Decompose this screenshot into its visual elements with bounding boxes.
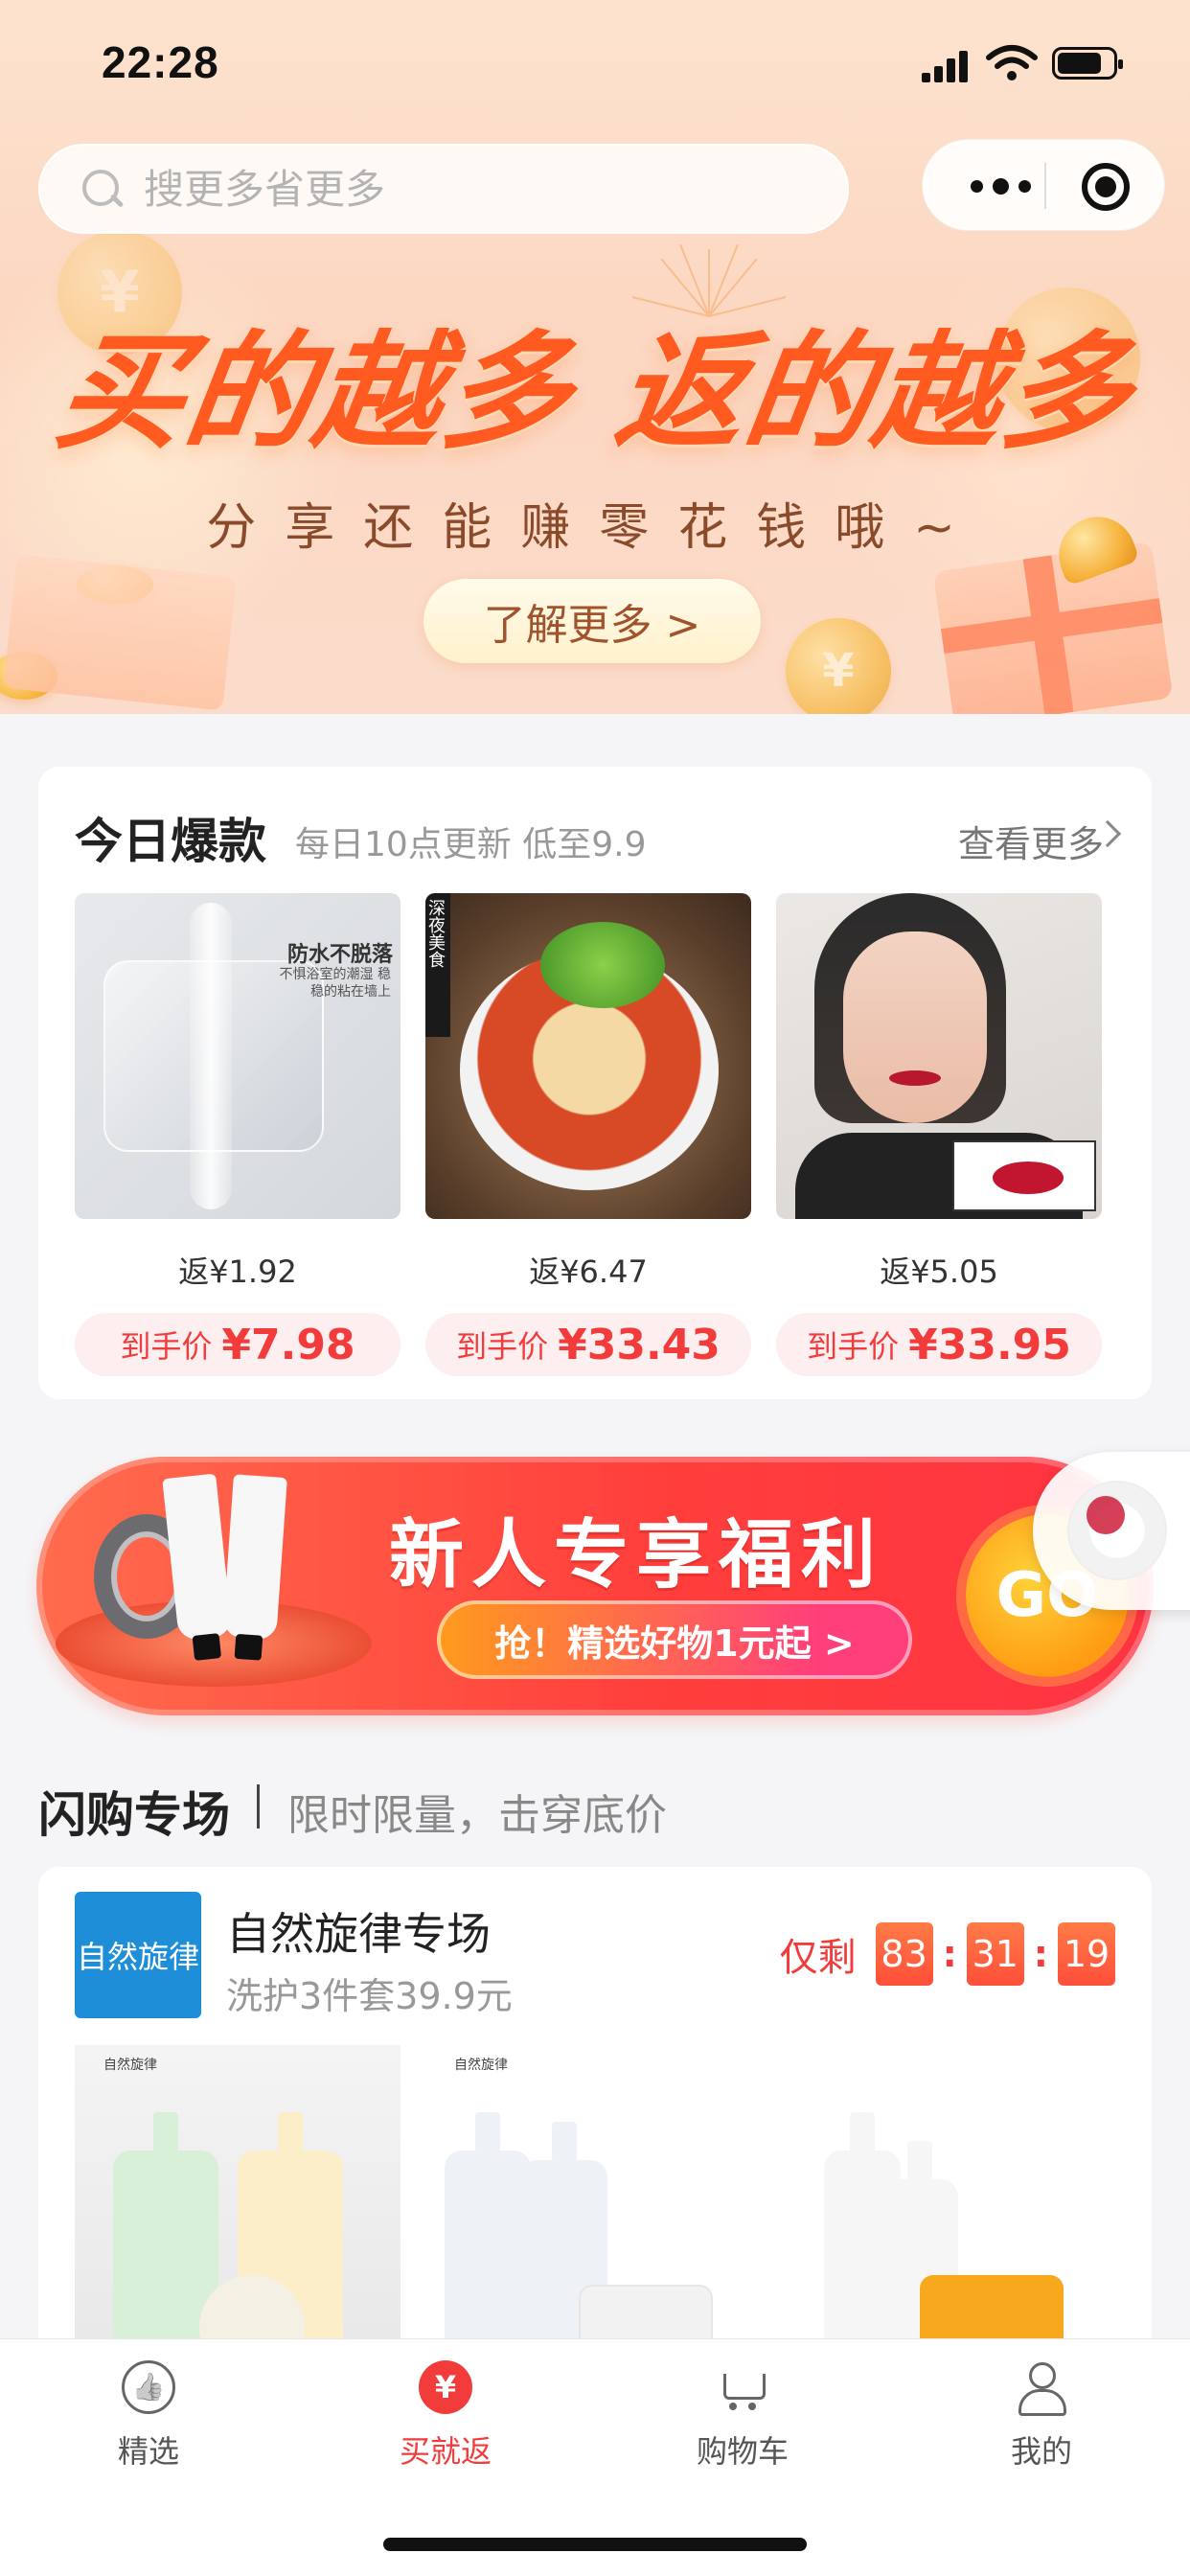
tab-label: 购物车 xyxy=(696,2433,789,2470)
product-card[interactable]: 深夜美食 返¥6.47 到手价 ¥33.43 xyxy=(425,893,751,1376)
countdown-separator: : xyxy=(942,1933,957,1975)
product-card[interactable]: 返¥5.05 到手价 ¥33.95 xyxy=(776,893,1102,1376)
brand-logo: 自然旋律 xyxy=(75,1892,201,2018)
signal-icon xyxy=(922,73,930,82)
battery-icon xyxy=(1052,47,1123,80)
section-subtitle: 每日10点更新 低至9.9 xyxy=(295,825,647,864)
price-value: ¥33.95 xyxy=(908,1320,1071,1369)
user-icon xyxy=(1015,2360,1068,2416)
section-title: 今日爆款 xyxy=(75,814,266,869)
tab-buy-rebate[interactable]: ¥ 买就返 xyxy=(350,2360,541,2485)
hero-title: 买的越多 返的越多 xyxy=(48,319,1142,467)
learn-more-button[interactable]: 了解更多 > xyxy=(423,579,761,663)
floating-share-widget[interactable] xyxy=(1033,1452,1190,1610)
status-icons xyxy=(918,44,1129,82)
countdown-seconds: 19 xyxy=(1058,1922,1115,1986)
banner-title: 新人专享福利 xyxy=(389,1512,884,1598)
search-bar[interactable] xyxy=(38,144,849,234)
tab-profile[interactable]: 我的 xyxy=(946,2360,1137,2485)
product-image[interactable]: 深夜美食 xyxy=(425,893,751,1219)
hero-banner: ¥ ¥ 22:28 买的越多 返的越多 分享还能赚零花 xyxy=(0,0,1190,714)
close-miniprogram-icon[interactable] xyxy=(1082,163,1130,211)
brand-name: 自然旋律专场 xyxy=(226,1908,491,1960)
hero-subtitle: 分享还能赚零花钱哦~ xyxy=(206,499,984,557)
product-image-caption: 防水不脱落 xyxy=(286,943,393,967)
search-input[interactable] xyxy=(144,165,757,213)
cart-icon xyxy=(716,2360,769,2414)
signal-icon xyxy=(947,58,955,82)
brand-description: 洗护3件套39.9元 xyxy=(226,1975,513,2017)
gift-box-decoration xyxy=(932,540,1174,714)
tab-featured[interactable]: 精选 xyxy=(53,2360,244,2485)
hot-picks-card: 今日爆款 每日10点更新 低至9.9 查看更多 防水不脱落 不惧浴室的潮湿 稳稳… xyxy=(38,767,1152,1399)
tube-product-image xyxy=(222,1474,287,1641)
flash-sale-subtitle: 限时限量，击穿底价 xyxy=(287,1791,667,1840)
product-image-caption: 自然旋律 xyxy=(103,2058,157,2073)
home-indicator[interactable] xyxy=(383,2538,807,2551)
tab-label: 精选 xyxy=(117,2433,179,2470)
final-price-badge: 到手价 ¥7.98 xyxy=(75,1313,400,1376)
price-value: ¥33.43 xyxy=(558,1320,721,1369)
flash-sale-title: 闪购专场 xyxy=(38,1787,230,1843)
title-divider xyxy=(257,1784,260,1828)
product-image-caption: 不惧浴室的潮湿 稳稳的粘在墙上 xyxy=(279,967,391,1000)
final-price-badge: 到手价 ¥33.95 xyxy=(776,1313,1102,1376)
countdown-timer: 仅剩 83 : 31 : 19 xyxy=(780,1922,1115,1986)
mini-program-capsule xyxy=(922,139,1165,231)
grab-deal-button[interactable]: 抢！精选好物1元起 > xyxy=(437,1600,912,1679)
product-image-caption: 深夜美食 xyxy=(425,893,450,1037)
capsule-divider xyxy=(1044,163,1046,209)
tab-cart[interactable]: 购物车 xyxy=(647,2360,838,2485)
final-price-badge: 到手价 ¥33.43 xyxy=(425,1313,751,1376)
product-card[interactable]: 防水不脱落 不惧浴室的潮湿 稳稳的粘在墙上 返¥1.92 到手价 ¥7.98 xyxy=(75,893,400,1376)
new-user-banner[interactable]: 新人专享福利 抢！精选好物1元起 > GO xyxy=(36,1457,1154,1715)
rebate-amount: 返¥1.92 xyxy=(178,1254,297,1290)
countdown-hours: 83 xyxy=(875,1922,933,1986)
price-label: 到手价 xyxy=(120,1328,213,1365)
coin-decoration: ¥ xyxy=(786,618,891,714)
price-label: 到手价 xyxy=(807,1328,900,1365)
status-time: 22:28 xyxy=(102,37,219,87)
thumbs-up-icon xyxy=(122,2360,175,2414)
price-label: 到手价 xyxy=(456,1328,549,1365)
price-value: ¥7.98 xyxy=(221,1320,355,1369)
more-options-icon[interactable] xyxy=(957,140,1043,232)
tab-label: 我的 xyxy=(1010,2433,1072,2470)
countdown-minutes: 31 xyxy=(966,1922,1024,1986)
countdown-separator: : xyxy=(1033,1933,1048,1975)
countdown-label: 仅剩 xyxy=(779,1936,857,1980)
yen-icon: ¥ xyxy=(419,2360,472,2414)
product-image[interactable] xyxy=(776,893,1102,1219)
product-image-caption: 自然旋律 xyxy=(454,2058,508,2073)
brand-avatar-icon xyxy=(1067,1481,1167,1580)
rebate-amount: 返¥5.05 xyxy=(880,1254,998,1290)
search-icon xyxy=(80,168,123,210)
rebate-amount: 返¥6.47 xyxy=(529,1254,648,1290)
product-image[interactable]: 防水不脱落 不惧浴室的潮湿 稳稳的粘在墙上 xyxy=(75,893,400,1219)
view-more-link[interactable]: 查看更多 xyxy=(958,815,1104,867)
tab-label: 买就返 xyxy=(399,2433,492,2470)
signal-icon xyxy=(934,66,943,82)
wifi-icon xyxy=(986,45,1038,80)
signal-icon xyxy=(959,51,968,82)
gift-box-decoration xyxy=(3,554,237,711)
